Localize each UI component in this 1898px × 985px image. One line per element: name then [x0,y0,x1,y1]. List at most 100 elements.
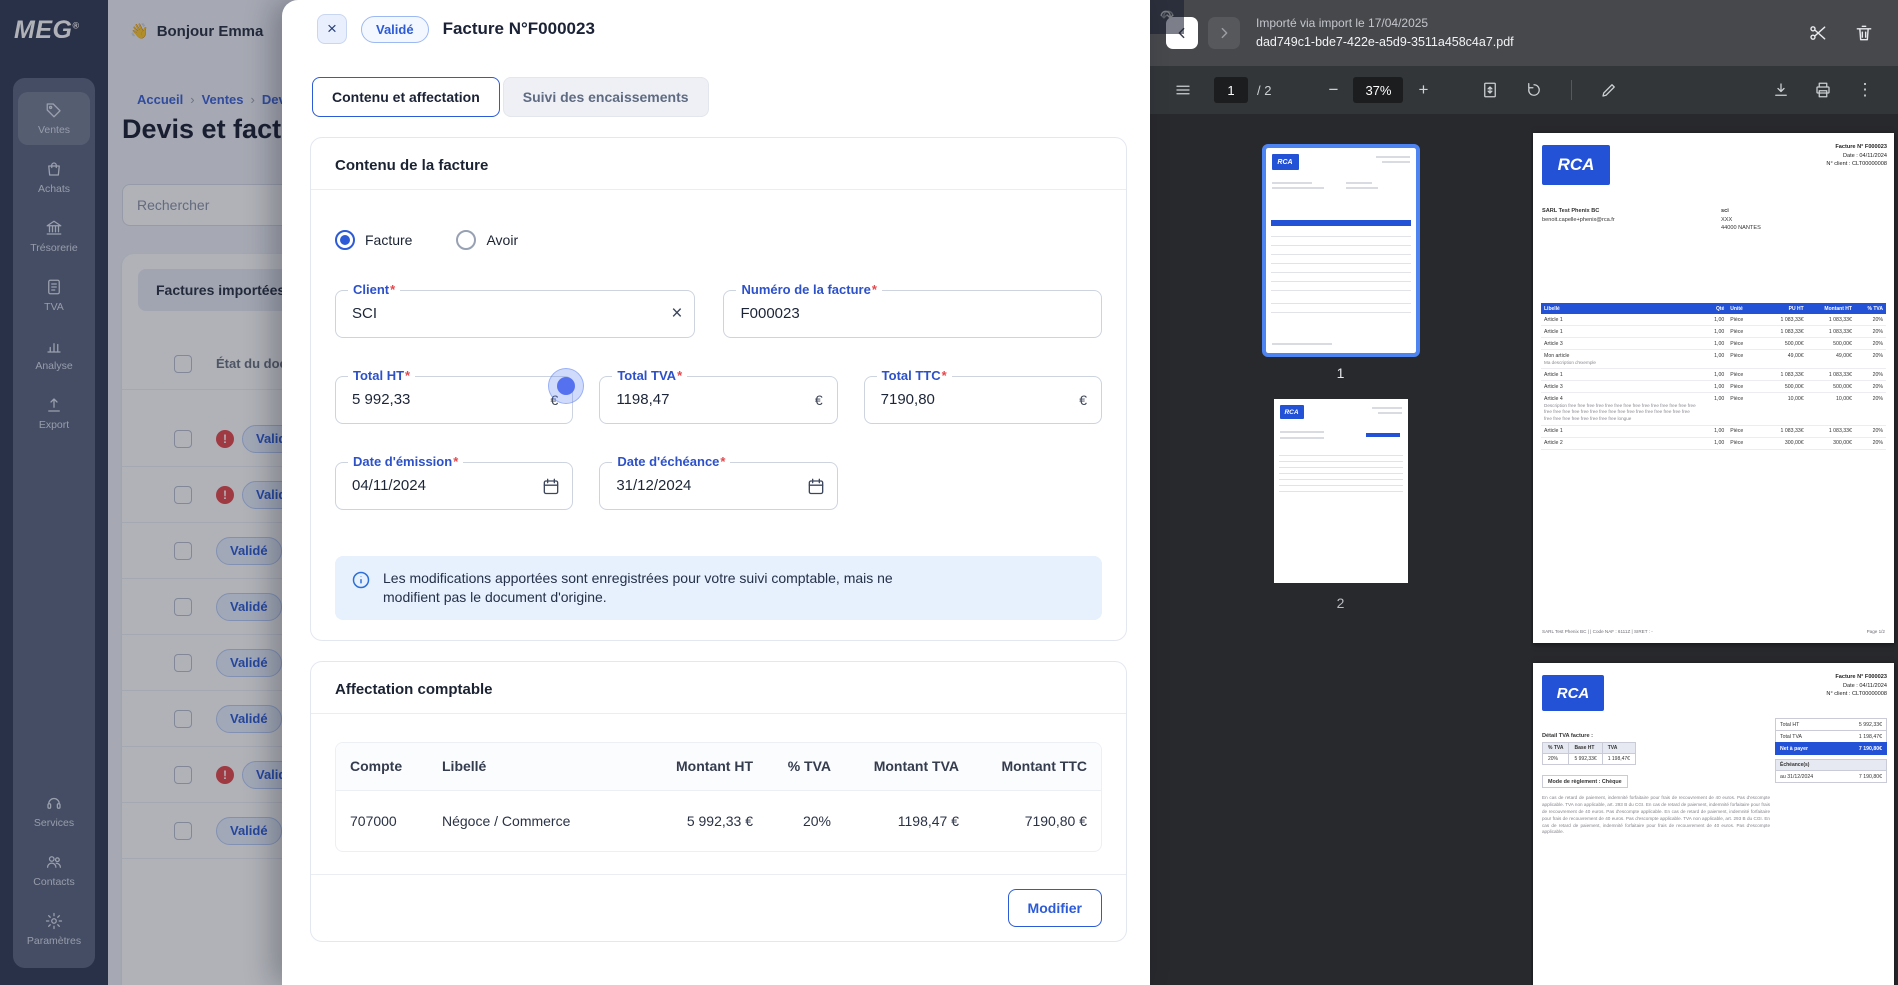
sidebar-item-services[interactable]: Services [18,785,90,838]
sidebar-item-ventes[interactable]: Ventes [18,92,90,145]
thumbnail-label: 1 [1336,365,1345,381]
cell-montant-ttc: 7190,80 € [1024,812,1087,829]
application-window: MEG® Ventes Achats Trésorerie TVA Analys… [0,0,1898,985]
tab-contenu-et-affectation[interactable]: Contenu et affectation [312,77,500,117]
row-checkbox[interactable] [174,821,192,840]
bank-icon [46,220,62,235]
table-row: 707000 Négoce / Commerce 5 992,33 € 20% … [336,791,1101,851]
tab-factures-importees[interactable]: Factures importées [138,269,304,311]
page-number-input[interactable]: 1 [1214,77,1248,103]
column-header-montant-ttc: Montant TTC [1001,758,1087,775]
view-tools: ↶ ↷ [1150,0,1626,107]
row-checkbox[interactable] [174,765,192,784]
column-header-montant-tva: Montant TVA [873,758,959,775]
euro-suffix: € [1079,392,1087,408]
invoice-number-field[interactable]: Numéro de la facture* F000023 [723,282,1102,338]
annotate-button[interactable] [1592,73,1626,107]
sidebar-item-label: Contacts [33,876,75,888]
due-date-field[interactable]: Date d'échéance* 31/12/2024 [599,454,838,510]
required-asterisk: * [405,368,411,383]
zoom-in-button[interactable]: + [1411,80,1435,100]
toolbar-separator [1571,80,1573,100]
delete-document-button[interactable] [1846,15,1882,51]
total-ht-field[interactable]: Total HT* 5 992,33 € [335,368,574,424]
thumbnails-pane: RCA 1 RCA 2 [1150,114,1531,985]
row-checkbox[interactable] [174,541,192,560]
radio-facture-icon[interactable] [335,230,355,250]
radio-avoir-icon[interactable] [456,230,477,250]
rotate-button[interactable] [1517,73,1551,107]
sidebar-item-export[interactable]: Export [18,387,90,440]
calendar-icon[interactable] [541,476,561,496]
sidebar-item-label: Paramètres [26,935,82,947]
chevron-separator-icon [251,92,255,107]
breadcrumb-ventes[interactable]: Ventes [202,92,244,107]
modal-tabs: Contenu et affectation Suivi des encaiss… [282,44,1150,117]
card-body: Facture Avoir Client* SCI Numéro de la f… [311,190,1126,640]
radio-option-avoir[interactable]: Avoir [456,230,518,250]
row-checkbox[interactable] [174,653,192,672]
clear-client-button[interactable] [671,291,682,337]
import-info: Importé via import le 17/04/2025 [1256,16,1429,31]
allocation-table-header: Compte Libellé Montant HT % TVA Montant … [336,742,1101,791]
sidebar-item-label: Analyse [35,360,73,372]
thumbnail-page-2[interactable]: RCA [1273,399,1408,583]
download-button[interactable] [1764,73,1798,107]
document-icon [48,279,60,295]
next-document-button[interactable] [1208,17,1240,49]
rotate-icon [1528,82,1541,96]
column-header-montant-ht: Montant HT [676,758,753,775]
due-date: au 31/12/2024 [1780,773,1814,780]
sidebar-item-achats[interactable]: Achats [18,151,90,204]
row-checkbox[interactable] [174,709,192,728]
row-checkbox[interactable] [174,485,192,504]
row-checkbox[interactable] [174,597,192,616]
select-all-checkbox[interactable] [174,354,192,373]
fit-page-button[interactable] [1473,73,1507,107]
total-ttc-field[interactable]: Total TTC* 7190,80 € [863,368,1102,424]
print-button[interactable] [1806,73,1840,107]
tab-suivi-des-encaissements[interactable]: Suivi des encaissements [502,77,709,117]
inv-col-pu: PU HT [1761,303,1807,314]
print-icon [1816,82,1830,98]
tva-detail-table: % TVA Base HT TVA 20% 5 992,33€ 1 198,47… [1541,742,1636,765]
breadcrumb-accueil[interactable]: Accueil [137,92,183,107]
radio-option-facture[interactable]: Facture [335,230,412,250]
more-options-button[interactable] [1848,73,1882,107]
prev-document-button[interactable] [1166,17,1198,49]
issue-date-field[interactable]: Date d'émission* 04/11/2024 [335,454,574,510]
kebab-menu-icon [1857,80,1874,100]
radio-facture-label: Facture [365,232,413,248]
status-badge: Validé [361,15,429,43]
trash-icon [1856,25,1872,41]
zoom-out-button[interactable]: − [1321,80,1345,100]
sidebar-item-label: Export [38,419,70,431]
client-field[interactable]: Client* SCI [335,282,696,338]
edit-button[interactable]: Modifier [1007,888,1102,927]
info-message: Les modifications apportées sont enregis… [383,570,893,605]
close-button[interactable] [317,14,347,44]
calendar-icon[interactable] [806,476,826,496]
seller-email: benoit.capelle+phenix@rca.fr [1542,216,1615,223]
sidebar-item-parametres[interactable]: Paramètres [18,903,90,956]
sidebar-item-tva[interactable]: TVA [18,269,90,322]
sidebar-item-contacts[interactable]: Contacts [18,844,90,897]
total-tva-field[interactable]: Total TVA* 1198,47 € [599,368,838,424]
sidebar-toggle-button[interactable] [1166,73,1200,107]
sidebar-item-analyse[interactable]: Analyse [18,328,90,381]
allocation-table-wrap: Compte Libellé Montant HT % TVA Montant … [311,714,1126,852]
column-header-etat: État du doc [216,356,287,371]
sidebar-item-label: Ventes [37,124,71,136]
chevron-separator-icon [190,92,194,107]
thumbnail-page-1[interactable]: RCA [1261,144,1420,357]
card-title: Affectation comptable [311,662,1126,714]
footer-company: SARL Test Phenix BC | | Code NAF : 6111Z… [1542,629,1653,634]
split-document-button[interactable] [1800,15,1836,51]
sidebar-item-tresorerie[interactable]: Trésorerie [18,210,90,263]
required-asterisk: * [677,368,683,383]
zoom-level-input[interactable]: 37% [1353,77,1404,103]
client-number: N° client : CLT00000008 [1826,691,1887,698]
meg-logo: MEG® [14,16,80,45]
row-checkbox[interactable] [174,429,192,448]
fit-page-icon [1484,82,1497,98]
